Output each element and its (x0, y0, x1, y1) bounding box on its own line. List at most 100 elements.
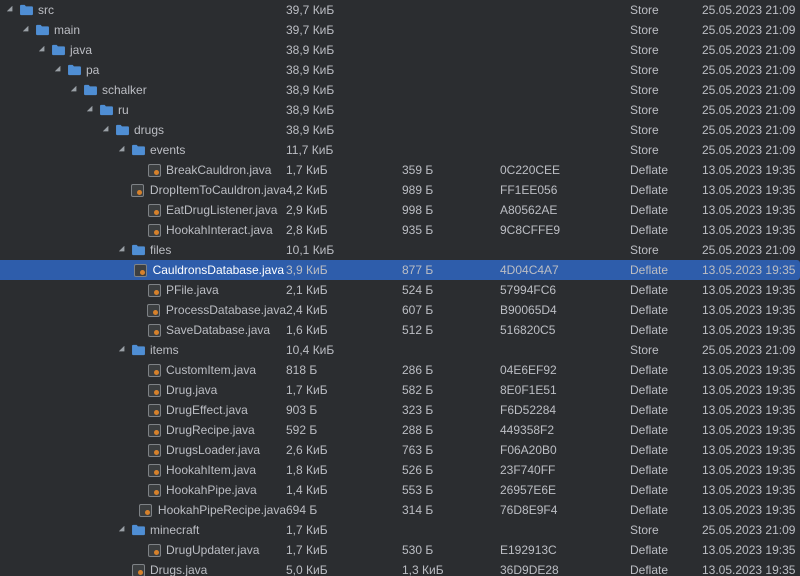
date-cell: 25.05.2023 21:09 (702, 20, 795, 40)
tree-folder-row[interactable]: events11,7 КиБStore25.05.2023 21:09 (0, 140, 800, 160)
tree-folder-row[interactable]: src39,7 КиБStore25.05.2023 21:09 (0, 0, 800, 20)
packed-cell: 989 Б (402, 180, 500, 200)
tree-file-row[interactable]: DrugUpdater.java1,7 КиБ530 БE192913CDefl… (0, 540, 800, 560)
size-cell: 1,4 КиБ (286, 480, 402, 500)
date-cell: 13.05.2023 19:35 (702, 300, 795, 320)
size-cell: 38,9 КиБ (286, 40, 402, 60)
packed-cell: 935 Б (402, 220, 500, 240)
tree-file-row[interactable]: CustomItem.java818 Б286 Б04E6EF92Deflate… (0, 360, 800, 380)
file-name-label: pa (85, 60, 99, 80)
date-cell: 13.05.2023 19:35 (702, 200, 795, 220)
expander-icon[interactable] (116, 520, 130, 540)
size-cell: 38,9 КиБ (286, 100, 402, 120)
file-name-label: HookahItem.java (165, 460, 256, 480)
expander-placeholder (124, 500, 138, 520)
method-cell: Store (630, 520, 702, 540)
tree-file-row[interactable]: Drugs.java5,0 КиБ1,3 КиБ36D9DE28Deflate1… (0, 560, 800, 576)
date-cell: 13.05.2023 19:35 (702, 220, 795, 240)
expander-icon[interactable] (4, 0, 18, 20)
method-cell: Deflate (630, 540, 702, 560)
size-cell: 1,7 КиБ (286, 520, 402, 540)
method-cell: Store (630, 0, 702, 20)
tree-file-row[interactable]: HookahItem.java1,8 КиБ526 Б23F740FFDefla… (0, 460, 800, 480)
tree-file-row[interactable]: DrugRecipe.java592 Б288 Б449358F2Deflate… (0, 420, 800, 440)
file-name-label: PFile.java (165, 280, 219, 300)
folder-icon (130, 242, 146, 258)
expander-icon[interactable] (116, 140, 130, 160)
method-cell: Deflate (630, 400, 702, 420)
tree-file-row[interactable]: BreakCauldron.java1,7 КиБ359 Б0C220CEEDe… (0, 160, 800, 180)
crc-cell: 0C220CEE (500, 160, 630, 180)
crc-cell: 26957E6E (500, 480, 630, 500)
expander-icon[interactable] (52, 60, 66, 80)
file-name-label: Drug.java (165, 380, 217, 400)
expander-icon[interactable] (116, 240, 130, 260)
packed-cell: 998 Б (402, 200, 500, 220)
tree-file-row[interactable]: DrugEffect.java903 Б323 БF6D52284Deflate… (0, 400, 800, 420)
crc-cell: F06A20B0 (500, 440, 630, 460)
tree-folder-row[interactable]: minecraft1,7 КиБStore25.05.2023 21:09 (0, 520, 800, 540)
java-file-icon (133, 262, 149, 278)
size-cell: 903 Б (286, 400, 402, 420)
date-cell: 13.05.2023 19:35 (702, 460, 795, 480)
tree-file-row[interactable]: SaveDatabase.java1,6 КиБ512 Б516820C5Def… (0, 320, 800, 340)
method-cell: Deflate (630, 180, 702, 200)
method-cell: Deflate (630, 360, 702, 380)
tree-file-row[interactable]: HookahInteract.java2,8 КиБ935 Б9C8CFFE9D… (0, 220, 800, 240)
tree-file-row[interactable]: CauldronsDatabase.java3,9 КиБ877 Б4D04C4… (0, 260, 800, 280)
file-name-label: DrugRecipe.java (165, 420, 255, 440)
archive-tree[interactable]: src39,7 КиБStore25.05.2023 21:09main39,7… (0, 0, 800, 576)
java-file-icon (146, 282, 162, 298)
crc-cell: 57994FC6 (500, 280, 630, 300)
java-file-icon (130, 182, 146, 198)
tree-file-row[interactable]: EatDrugListener.java2,9 КиБ998 БA80562AE… (0, 200, 800, 220)
method-cell: Deflate (630, 300, 702, 320)
tree-folder-row[interactable]: pa38,9 КиБStore25.05.2023 21:09 (0, 60, 800, 80)
expander-icon[interactable] (68, 80, 82, 100)
folder-icon (130, 522, 146, 538)
expander-icon[interactable] (116, 340, 130, 360)
size-cell: 1,6 КиБ (286, 320, 402, 340)
tree-file-row[interactable]: HookahPipe.java1,4 КиБ553 Б26957E6EDefla… (0, 480, 800, 500)
method-cell: Deflate (630, 280, 702, 300)
file-name-label: items (149, 340, 179, 360)
expander-icon[interactable] (100, 120, 114, 140)
date-cell: 13.05.2023 19:35 (702, 260, 795, 280)
tree-folder-row[interactable]: java38,9 КиБStore25.05.2023 21:09 (0, 40, 800, 60)
size-cell: 39,7 КиБ (286, 20, 402, 40)
tree-file-row[interactable]: Drug.java1,7 КиБ582 Б8E0F1E51Deflate13.0… (0, 380, 800, 400)
method-cell: Store (630, 240, 702, 260)
date-cell: 25.05.2023 21:09 (702, 80, 795, 100)
method-cell: Deflate (630, 220, 702, 240)
tree-folder-row[interactable]: schalker38,9 КиБStore25.05.2023 21:09 (0, 80, 800, 100)
date-cell: 25.05.2023 21:09 (702, 40, 795, 60)
tree-file-row[interactable]: DropItemToCauldron.java4,2 КиБ989 БFF1EE… (0, 180, 800, 200)
crc-cell: E192913C (500, 540, 630, 560)
file-name-label: DrugUpdater.java (165, 540, 259, 560)
expander-icon[interactable] (84, 100, 98, 120)
java-file-icon (130, 562, 146, 576)
java-file-icon (146, 442, 162, 458)
size-cell: 4,2 КиБ (286, 180, 402, 200)
tree-file-row[interactable]: ProcessDatabase.java2,4 КиБ607 БB90065D4… (0, 300, 800, 320)
expander-icon[interactable] (36, 40, 50, 60)
date-cell: 25.05.2023 21:09 (702, 120, 795, 140)
tree-folder-row[interactable]: drugs38,9 КиБStore25.05.2023 21:09 (0, 120, 800, 140)
expander-placeholder (132, 360, 146, 380)
expander-placeholder (132, 160, 146, 180)
tree-folder-row[interactable]: ru38,9 КиБStore25.05.2023 21:09 (0, 100, 800, 120)
size-cell: 2,8 КиБ (286, 220, 402, 240)
tree-folder-row[interactable]: items10,4 КиБStore25.05.2023 21:09 (0, 340, 800, 360)
tree-folder-row[interactable]: files10,1 КиБStore25.05.2023 21:09 (0, 240, 800, 260)
tree-file-row[interactable]: PFile.java2,1 КиБ524 Б57994FC6Deflate13.… (0, 280, 800, 300)
expander-placeholder (132, 300, 146, 320)
packed-cell: 288 Б (402, 420, 500, 440)
tree-folder-row[interactable]: main39,7 КиБStore25.05.2023 21:09 (0, 20, 800, 40)
tree-file-row[interactable]: HookahPipeRecipe.java694 Б314 Б76D8E9F4D… (0, 500, 800, 520)
tree-file-row[interactable]: DrugsLoader.java2,6 КиБ763 БF06A20B0Defl… (0, 440, 800, 460)
java-file-icon (146, 222, 162, 238)
expander-icon[interactable] (20, 20, 34, 40)
java-file-icon (146, 482, 162, 498)
packed-cell: 526 Б (402, 460, 500, 480)
method-cell: Deflate (630, 440, 702, 460)
